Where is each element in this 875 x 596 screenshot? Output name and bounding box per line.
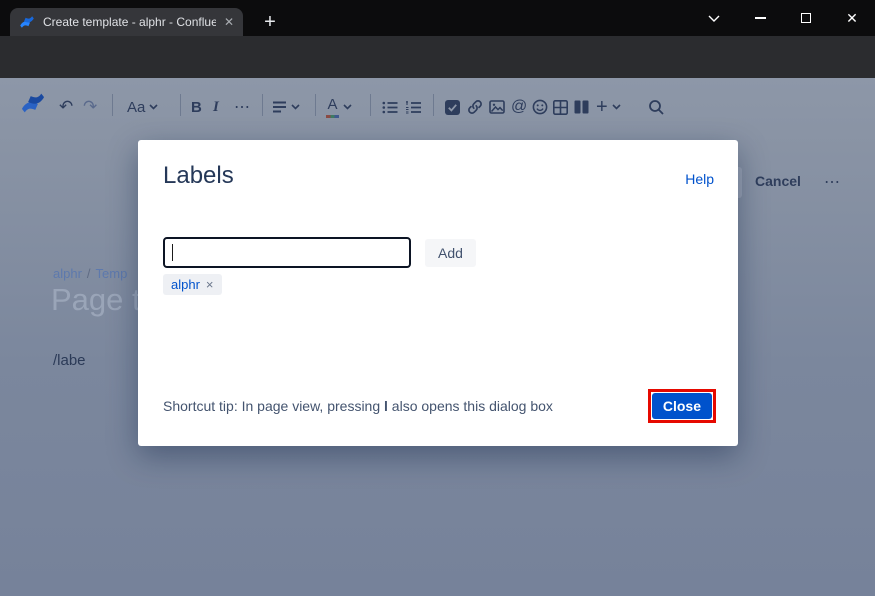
link-icon[interactable] — [467, 95, 483, 119]
confluence-favicon — [20, 16, 34, 28]
new-tab-button[interactable]: + — [256, 8, 284, 36]
task-checkbox-icon[interactable] — [445, 95, 460, 119]
italic-button[interactable]: I — [213, 95, 219, 119]
browser-window: Create template - alphr - Conflue ✕ + ✕ … — [0, 0, 875, 596]
text-cursor — [172, 244, 173, 261]
chevron-down-icon — [343, 104, 352, 110]
text-style-dropdown[interactable]: Aa — [127, 95, 158, 119]
color-swatch-bar — [326, 115, 339, 118]
chevron-down-icon — [149, 104, 158, 110]
emoji-icon[interactable] — [532, 95, 548, 119]
numbered-list-icon[interactable] — [405, 95, 421, 119]
chevron-down-icon — [291, 104, 300, 110]
cancel-button[interactable]: Cancel — [755, 173, 801, 189]
editor-body-text[interactable]: /labe — [53, 352, 86, 369]
label-chip: alphr × — [163, 274, 222, 295]
breadcrumb-templates-link[interactable]: Temp — [96, 266, 128, 281]
page-title-placeholder[interactable]: Page ti — [51, 282, 148, 318]
layouts-icon[interactable] — [574, 95, 589, 119]
dialog-title: Labels — [163, 162, 234, 189]
breadcrumb: alphr / Temp — [53, 266, 127, 281]
window-minimize-button[interactable] — [743, 0, 777, 36]
toolbar-divider — [370, 94, 371, 116]
breadcrumb-space-link[interactable]: alphr — [53, 266, 82, 281]
chevron-down-icon — [612, 104, 621, 110]
browser-tab[interactable]: Create template - alphr - Conflue ✕ — [10, 8, 243, 36]
toolbar-divider — [112, 94, 113, 116]
table-icon[interactable] — [553, 95, 568, 119]
undo-icon[interactable]: ↶ — [59, 95, 73, 119]
window-close-button[interactable]: ✕ — [835, 0, 869, 36]
insert-plus-dropdown[interactable]: + — [596, 95, 621, 119]
remove-label-icon[interactable]: × — [206, 278, 214, 291]
more-formatting-icon[interactable]: ⋯ — [234, 95, 250, 119]
redo-icon[interactable]: ↷ — [83, 95, 97, 119]
window-maximize-button[interactable] — [789, 0, 823, 36]
help-link[interactable]: Help — [685, 171, 714, 187]
shortcut-tip: Shortcut tip: In page view, pressing l a… — [163, 398, 553, 414]
confluence-logo-icon[interactable] — [20, 91, 46, 115]
toolbar-divider — [433, 94, 434, 116]
alignment-dropdown[interactable] — [272, 95, 300, 119]
text-color-dropdown[interactable]: A — [326, 95, 352, 119]
mention-icon[interactable]: @ — [511, 95, 527, 119]
add-label-button[interactable]: Add — [425, 239, 476, 267]
close-button-highlight: Close — [647, 389, 716, 423]
tab-title: Create template - alphr - Conflue — [43, 15, 216, 29]
address-bar: ← → ↻ .atlassian.net /wiki/spaces/ALPHR/… — [0, 36, 875, 108]
toolbar-divider — [315, 94, 316, 116]
label-input[interactable] — [163, 237, 411, 268]
bold-button[interactable]: B — [191, 95, 202, 119]
labels-dialog: Labels Help Add alphr × Shortcut tip: In… — [138, 140, 738, 446]
label-chip-text[interactable]: alphr — [171, 277, 200, 292]
image-icon[interactable] — [489, 95, 505, 119]
breadcrumb-separator: / — [86, 266, 91, 281]
toolbar-divider — [262, 94, 263, 116]
window-chevron-icon[interactable] — [697, 0, 731, 36]
bullet-list-icon[interactable] — [382, 95, 398, 119]
close-button[interactable]: Close — [651, 393, 712, 419]
search-icon[interactable] — [648, 95, 665, 119]
tab-strip: Create template - alphr - Conflue ✕ + ✕ — [0, 0, 875, 36]
tab-close-icon[interactable]: ✕ — [224, 16, 234, 28]
toolbar-divider — [180, 94, 181, 116]
more-actions-icon[interactable]: ⋯ — [824, 172, 840, 192]
